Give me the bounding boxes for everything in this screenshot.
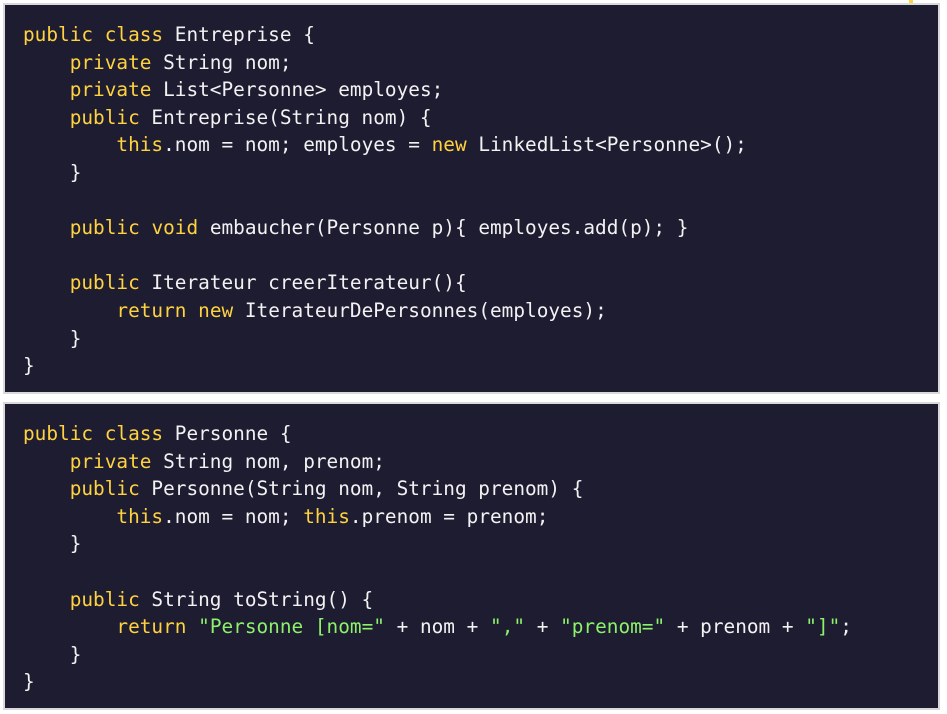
entreprise-code-panel: public class Entreprise { private String… bbox=[3, 3, 940, 394]
code-line: public class Entreprise { bbox=[23, 21, 747, 49]
code-line: } bbox=[23, 352, 747, 380]
code-text: ; bbox=[840, 615, 852, 639]
code-text: } bbox=[23, 532, 82, 556]
code-keyword: this bbox=[116, 133, 164, 157]
code-keyword: return bbox=[116, 298, 187, 322]
code-line: public void embaucher(Personne p){ emplo… bbox=[23, 214, 747, 242]
code-text: Iterateur creerIterateur(){ bbox=[139, 271, 467, 295]
code-string: "prenom=" bbox=[560, 615, 666, 639]
code-keyword: private bbox=[69, 449, 152, 473]
code-text: } bbox=[23, 326, 82, 350]
code-keyword: return bbox=[116, 615, 187, 639]
code-keyword: public bbox=[69, 216, 140, 240]
code-line: private String nom, prenom; bbox=[23, 448, 852, 476]
code-line: public Entreprise(String nom) { bbox=[23, 104, 747, 132]
code-text: + nom + bbox=[384, 615, 491, 639]
code-text: .nom = nom; bbox=[163, 504, 304, 528]
code-line: return new IterateurDePersonnes(employes… bbox=[23, 297, 747, 325]
code-string: "," bbox=[490, 615, 526, 639]
code-keyword: class bbox=[104, 422, 164, 445]
code-keyword: public bbox=[69, 587, 140, 611]
code-text: .nom = nom; employes = bbox=[163, 133, 432, 157]
code-text: .prenom = prenom; bbox=[349, 504, 549, 528]
code-text: } bbox=[23, 160, 82, 184]
code-line: } bbox=[23, 325, 747, 353]
code-text: embaucher(Personne p){ employes.add(p); … bbox=[198, 216, 689, 240]
code-text: + bbox=[525, 615, 561, 639]
code-keyword: void bbox=[151, 216, 199, 240]
code-line: public class Personne { bbox=[23, 420, 852, 448]
code-keyword: public bbox=[23, 23, 94, 46]
personne-code-panel: public class Personne { private String n… bbox=[3, 402, 940, 710]
code-line: public Iterateur creerIterateur(){ bbox=[23, 269, 747, 297]
code-keyword: this bbox=[116, 504, 164, 528]
code-line: } bbox=[23, 530, 852, 558]
code-keyword: public bbox=[23, 422, 94, 445]
code-line: public Personne(String nom, String preno… bbox=[23, 475, 852, 503]
code-line: } bbox=[23, 668, 852, 696]
code-text: Entreprise { bbox=[163, 23, 315, 46]
code-keyword: public bbox=[69, 477, 140, 501]
code-keyword: this bbox=[303, 504, 350, 528]
entreprise-code-block: public class Entreprise { private String… bbox=[23, 21, 747, 380]
code-text: + prenom + bbox=[665, 615, 806, 639]
code-text: } bbox=[23, 670, 35, 694]
code-keyword: public bbox=[69, 105, 140, 129]
code-string: "Personne [nom=" bbox=[198, 615, 385, 639]
code-keyword: public bbox=[69, 271, 140, 295]
code-line: private List<Personne> employes; bbox=[23, 76, 747, 104]
code-text: String toString() { bbox=[139, 587, 374, 611]
code-text: Entreprise(String nom) { bbox=[139, 105, 432, 129]
code-keyword: private bbox=[69, 78, 152, 102]
code-text: } bbox=[23, 642, 82, 666]
code-string: "]" bbox=[805, 615, 841, 639]
personne-code-block: public class Personne { private String n… bbox=[23, 420, 852, 696]
code-keyword: new bbox=[431, 133, 467, 157]
code-keyword: class bbox=[104, 23, 164, 46]
code-text: Personne { bbox=[163, 422, 292, 445]
code-text: IterateurDePersonnes(employes); bbox=[233, 298, 607, 322]
code-text: String nom, prenom; bbox=[151, 449, 385, 473]
code-text: Personne(String nom, String prenom) { bbox=[139, 477, 584, 501]
code-line: } bbox=[23, 159, 747, 187]
code-keyword: private bbox=[69, 50, 152, 74]
code-text: } bbox=[23, 354, 35, 378]
code-line: return "Personne [nom=" + nom + "," + "p… bbox=[23, 613, 852, 641]
code-line: } bbox=[23, 641, 852, 669]
code-line: private String nom; bbox=[23, 49, 747, 77]
code-line: this.nom = nom; this.prenom = prenom; bbox=[23, 503, 852, 531]
code-line: this.nom = nom; employes = new LinkedLis… bbox=[23, 131, 747, 159]
code-text: String nom; bbox=[151, 50, 292, 74]
code-keyword: new bbox=[198, 298, 234, 322]
code-text: List<Personne> employes; bbox=[151, 78, 444, 102]
code-text: LinkedList<Personne>(); bbox=[466, 133, 747, 157]
code-line: public String toString() { bbox=[23, 586, 852, 614]
